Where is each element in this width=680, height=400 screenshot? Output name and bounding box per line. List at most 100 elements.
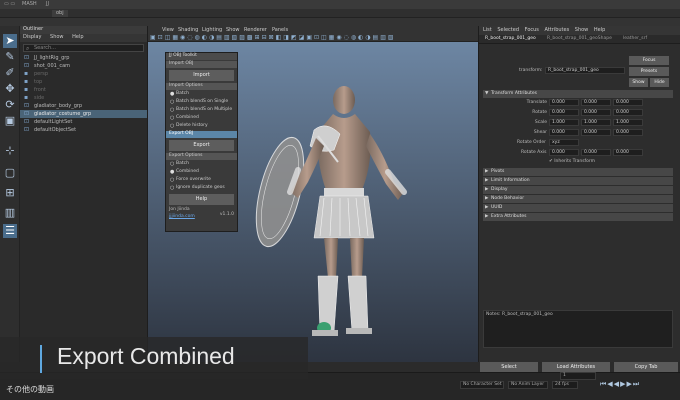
lasso-tool-icon[interactable]: ✎ — [3, 50, 17, 64]
outliner-item[interactable]: ⊡ shot_001_cam — [20, 62, 147, 70]
attr-frame[interactable]: ▶ UUID — [483, 204, 673, 212]
tab-material-node[interactable]: leather_srf — [623, 36, 647, 41]
tab-shape-node[interactable]: R_boot_strap_001_geoShape — [547, 36, 612, 41]
rotate-axis-z[interactable]: 0.000 — [613, 149, 643, 156]
attr-menu-attributes[interactable]: Attributes — [545, 27, 570, 33]
viewport-menu-shading[interactable]: Shading — [178, 27, 198, 33]
focus-button[interactable]: Focus — [629, 56, 669, 65]
load-attributes-button[interactable]: Load Attributes — [542, 362, 610, 372]
import-option[interactable]: ● Batch — [166, 90, 237, 98]
export-option[interactable]: ○ Force overwrite — [166, 176, 237, 184]
attr-value-field[interactable]: 0.000 — [549, 109, 579, 116]
character-set-field[interactable]: No Character Set — [460, 381, 504, 389]
attr-value-field[interactable]: 0.000 — [613, 109, 643, 116]
select-button[interactable]: Select — [480, 362, 538, 372]
export-button[interactable]: Export — [169, 140, 234, 151]
four-pane-icon[interactable]: ⊞ — [3, 186, 17, 200]
attr-frame[interactable]: ▶ Extra Attributes — [483, 213, 673, 221]
export-option[interactable]: ○ Ignore duplicate geos — [166, 184, 237, 192]
menu-jj[interactable]: JJ — [46, 1, 49, 7]
import-option[interactable]: ○ Batch blendS on Single — [166, 98, 237, 106]
attr-value-field[interactable]: 0.000 — [581, 109, 611, 116]
single-pane-icon[interactable]: ▢ — [3, 166, 17, 180]
fps-field[interactable]: 24 fps — [552, 381, 578, 389]
attr-value-field[interactable]: 0.000 — [613, 129, 643, 136]
attr-value-field[interactable]: 0.000 — [581, 129, 611, 136]
outliner-layout-icon[interactable]: ☰ — [3, 224, 17, 238]
move-tool-icon[interactable]: ✥ — [3, 82, 17, 96]
transform-name-field[interactable]: R_boot_strap_001_geo — [545, 67, 625, 74]
attr-menu-selected[interactable]: Selected — [497, 27, 519, 33]
attr-menu-focus[interactable]: Focus — [525, 27, 539, 33]
presets-button[interactable]: Presets — [629, 67, 669, 76]
viewport-menu-show[interactable]: Show — [226, 27, 240, 33]
attr-frame[interactable]: ▶ Display — [483, 186, 673, 194]
select-tool-icon[interactable]: ➤ — [3, 34, 17, 48]
outliner-item[interactable]: ▪ top — [20, 78, 147, 86]
outliner-item[interactable]: ⊡ gladiator_costume_grp — [20, 110, 147, 118]
anim-layer-field[interactable]: No Anim Layer — [508, 381, 548, 389]
split-pane-icon[interactable]: ▥ — [3, 206, 17, 220]
attr-value-field[interactable]: 0.000 — [549, 99, 579, 106]
attr-frame[interactable]: ▶ Node Behavior — [483, 195, 673, 203]
attr-value-field[interactable]: 0.000 — [581, 99, 611, 106]
paint-tool-icon[interactable]: ✐ — [3, 66, 17, 80]
rotate-order-select[interactable]: xyz — [549, 139, 579, 146]
attr-menu-show[interactable]: Show — [575, 27, 589, 33]
outliner-item[interactable]: ▪ side — [20, 94, 147, 102]
viewport-menu-lighting[interactable]: Lighting — [202, 27, 222, 33]
outliner-item[interactable]: ⊡ JJ_lightRig_grp — [20, 54, 147, 62]
outliner-search-input[interactable]: ⌕ Search... — [23, 44, 144, 52]
scale-tool-icon[interactable]: ▣ — [3, 114, 17, 128]
viewport-menu-view[interactable]: View — [162, 27, 174, 33]
attr-menu-list[interactable]: List — [483, 27, 492, 33]
attr-menu-help[interactable]: Help — [594, 27, 605, 33]
frame-transform-attributes[interactable]: ▼ Transform Attributes — [483, 90, 673, 98]
toolkit-website-link[interactable]: jjjiinda.com — [166, 214, 195, 219]
copy-tab-button[interactable]: Copy Tab — [614, 362, 678, 372]
import-option[interactable]: ○ Batch blendS on Multiple — [166, 106, 237, 114]
tab-transform-node[interactable]: R_boot_strap_001_geo — [485, 36, 536, 41]
import-option[interactable]: ○ Delete history — [166, 122, 237, 130]
outliner-menu-display[interactable]: Display — [23, 34, 41, 40]
viewport-menu-panels[interactable]: Panels — [272, 27, 288, 33]
outliner-item[interactable]: ▪ front — [20, 86, 147, 94]
rotate-axis-y[interactable]: 0.000 — [581, 149, 611, 156]
inherits-checkbox[interactable]: ✔ Inherits Transform — [549, 159, 595, 164]
layout-icon[interactable]: ⊹ — [3, 144, 17, 158]
help-button[interactable]: Help — [169, 194, 234, 205]
notes-area[interactable]: Notes: R_boot_strap_001_geo — [483, 310, 673, 348]
outliner-item[interactable]: ⊡ defaultObjectSet — [20, 126, 147, 134]
menu-mash[interactable]: MASH — [22, 1, 37, 7]
outliner-menu-help[interactable]: Help — [72, 34, 83, 40]
export-option[interactable]: ● Combined — [166, 168, 237, 176]
viewport-toolbar-icons[interactable]: ▣⊡◫▦◉◌◍◐◑▤▥▧▨▩⊞⊟⊠◧◨◩◪▣⊡◫▦◉◌◍◐◑▤▥▧ — [150, 35, 476, 41]
outliner-item[interactable]: ▪ persp — [20, 70, 147, 78]
attr-value-field[interactable]: 1.000 — [613, 119, 643, 126]
import-button[interactable]: Import — [169, 70, 234, 81]
import-option[interactable]: ○ Combined — [166, 114, 237, 122]
export-option[interactable]: ○ Batch — [166, 160, 237, 168]
outliner-item[interactable]: ⊡ defaultLightSet — [20, 118, 147, 126]
playback-controls-icons[interactable]: ⏮◀◀▶▶⏭ — [600, 380, 640, 389]
attr-value-field[interactable]: 1.000 — [581, 119, 611, 126]
rotate-axis-x[interactable]: 0.000 — [549, 149, 579, 156]
import-options-header[interactable]: Import Options — [166, 83, 237, 90]
show-button[interactable]: Show — [629, 78, 648, 87]
shelf-tab-obj[interactable]: obj — [52, 10, 68, 17]
import-section-header[interactable]: Import OBJ — [166, 61, 237, 68]
attr-value-field[interactable]: 0.000 — [613, 99, 643, 106]
export-options-header[interactable]: Export Options — [166, 153, 237, 160]
attr-value-field[interactable]: 0.000 — [549, 129, 579, 136]
attr-frame[interactable]: ▶ Limit Information — [483, 177, 673, 185]
attr-frame[interactable]: ▶ Pivots — [483, 168, 673, 176]
hide-button[interactable]: Hide — [650, 78, 669, 87]
outliner-item[interactable]: ⊡ gladiator_body_grp — [20, 102, 147, 110]
attr-value-field[interactable]: 1.000 — [549, 119, 579, 126]
current-frame-field[interactable]: 1 — [560, 372, 596, 380]
more-videos-label[interactable]: その他の動画 — [6, 384, 54, 395]
export-section-header[interactable]: Export OBJ — [166, 131, 237, 138]
outliner-menu-show[interactable]: Show — [50, 34, 64, 40]
rotate-tool-icon[interactable]: ⟳ — [3, 98, 17, 112]
viewport-menu-renderer[interactable]: Renderer — [244, 27, 267, 33]
